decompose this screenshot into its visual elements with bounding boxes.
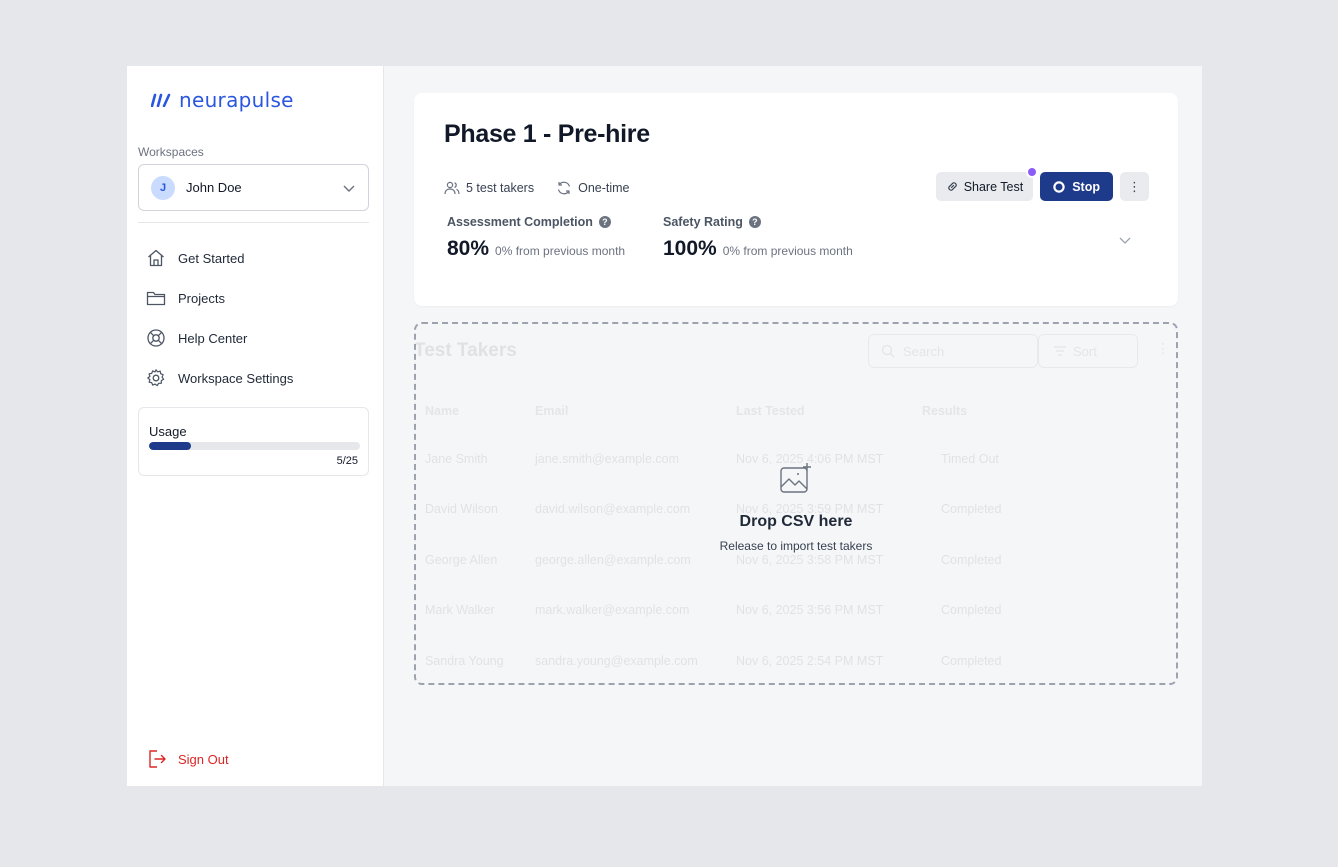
sidebar-divider (138, 222, 369, 223)
sort-button[interactable]: Sort (1038, 334, 1138, 368)
frequency-text: One-time (578, 181, 630, 195)
sidebar-item-label: Help Center (178, 330, 248, 346)
logout-icon (149, 750, 166, 768)
stop-circle-icon (1053, 180, 1065, 193)
lifebuoy-icon (147, 329, 165, 347)
sort-icon (1054, 346, 1066, 356)
folder-icon (146, 291, 166, 306)
table-row[interactable]: George Allen george.allen@example.com No… (416, 553, 1176, 603)
help-icon[interactable]: ? (598, 216, 611, 228)
column-header[interactable]: Name (425, 404, 459, 418)
help-icon[interactable]: ? (748, 216, 761, 228)
brand-logo[interactable]: neurapulse (151, 88, 294, 112)
chevron-down-icon[interactable] (1118, 233, 1132, 247)
cell-name: Mark Walker (425, 603, 495, 617)
main-content: Phase 1 - Pre-hire 5 test takers One-tim… (384, 66, 1202, 786)
brand-name: neurapulse (179, 88, 294, 112)
stat-change: 0% from previous month (722, 244, 853, 258)
column-header[interactable]: Email (535, 404, 568, 418)
column-header[interactable]: Last Tested (736, 404, 805, 418)
chevron-down-icon (343, 185, 355, 192)
sidebar-item-label: Projects (178, 290, 225, 306)
table-more-icon[interactable]: ⋮ (1156, 340, 1170, 357)
sidebar-item-workspace-settings[interactable]: Workspace Settings (146, 358, 366, 398)
test-takers-text: 5 test takers (466, 181, 535, 195)
stat-value: 100% (663, 237, 717, 260)
search-placeholder: Search (903, 343, 945, 359)
table-row[interactable]: Sandra Young sandra.young@example.com No… (416, 654, 1176, 683)
link-icon (947, 182, 957, 191)
stat-safety-rating: Safety Rating ? 100% 0% from previous mo… (663, 215, 853, 261)
cell-last-tested: Nov 6, 2025 2:54 PM MST (736, 654, 884, 668)
workspace-selector[interactable]: J John Doe (138, 164, 369, 211)
cell-result: Completed (941, 553, 1002, 567)
sidebar-item-get-started[interactable]: Get Started (146, 238, 366, 278)
stat-change: 0% from previous month (495, 244, 626, 258)
page-title: Phase 1 - Pre-hire (444, 120, 650, 148)
workspaces-label: Workspaces (138, 145, 204, 159)
sidebar: neurapulse Workspaces J John Doe Get Sta… (127, 66, 384, 786)
image-add-icon (780, 463, 811, 493)
sign-out-button[interactable]: Sign Out (148, 749, 229, 769)
dropzone-subtitle: Release to import test takers (719, 539, 873, 553)
column-header[interactable]: Results (922, 404, 967, 418)
sidebar-item-help-center[interactable]: Help Center (146, 318, 366, 358)
avatar: J (151, 175, 175, 200)
cell-result: Completed (941, 654, 1002, 668)
usage-count: 5/25 (336, 455, 358, 467)
search-icon (881, 344, 895, 358)
app-window: neurapulse Workspaces J John Doe Get Sta… (127, 66, 1202, 786)
sidebar-item-label: Get Started (178, 250, 245, 266)
dropzone-title: Drop CSV here (739, 513, 853, 530)
workspace-name: John Doe (186, 180, 242, 195)
refresh-icon (558, 181, 571, 195)
stat-value: 80% (447, 237, 490, 260)
users-icon (444, 181, 460, 195)
cell-last-tested: Nov 6, 2025 3:58 PM MST (736, 553, 884, 567)
table-title: Test Takers (414, 340, 517, 361)
test-meta: 5 test takers One-time (444, 180, 652, 196)
sidebar-item-label: Workspace Settings (178, 370, 294, 386)
search-input[interactable]: Search (868, 334, 1038, 368)
home-icon (148, 249, 164, 267)
test-frequency: One-time (556, 180, 630, 196)
share-test-label: Share Test (963, 179, 1024, 194)
dropzone-message: Drop CSV here Release to import test tak… (416, 460, 1176, 553)
sort-label: Sort (1073, 343, 1097, 359)
stat-label: Assessment Completion (447, 215, 593, 229)
share-test-button[interactable]: Share Test (935, 166, 1039, 201)
cell-email: george.allen@example.com (535, 553, 691, 567)
logo-mark-icon (151, 93, 171, 107)
sign-out-label: Sign Out (178, 751, 229, 767)
stop-button[interactable]: Stop (1040, 172, 1113, 201)
sidebar-nav: Get Started Projects Help Center Workspa… (146, 238, 366, 398)
test-summary-card: Phase 1 - Pre-hire 5 test takers One-tim… (414, 93, 1178, 306)
usage-label: Usage (149, 424, 187, 439)
more-options-button[interactable]: ⋮ (1120, 172, 1149, 201)
stat-assessment-completion: Assessment Completion ? 80% 0% from prev… (447, 215, 625, 261)
cell-email: sandra.young@example.com (535, 654, 698, 668)
gear-icon (147, 369, 165, 387)
csv-dropzone[interactable]: Test Takers Search Sort ⋮ Name Email Las… (414, 322, 1178, 685)
table-row[interactable]: Mark Walker mark.walker@example.com Nov … (416, 603, 1176, 653)
usage-card: Usage 5/25 (138, 407, 369, 476)
test-takers-count: 5 test takers (444, 181, 534, 195)
usage-progress-fill (149, 442, 192, 450)
cell-name: George Allen (425, 553, 498, 567)
notification-dot (1026, 166, 1039, 178)
cell-name: Sandra Young (425, 654, 504, 668)
cell-email: mark.walker@example.com (535, 603, 690, 617)
stop-label: Stop (1072, 179, 1100, 194)
cell-result: Completed (941, 603, 1002, 617)
stat-label: Safety Rating (663, 215, 743, 229)
header-actions: Share Test Stop ⋮ (935, 166, 1149, 201)
sidebar-item-projects[interactable]: Projects (146, 278, 366, 318)
usage-progress-bar (149, 442, 360, 450)
cell-last-tested: Nov 6, 2025 3:56 PM MST (736, 603, 884, 617)
